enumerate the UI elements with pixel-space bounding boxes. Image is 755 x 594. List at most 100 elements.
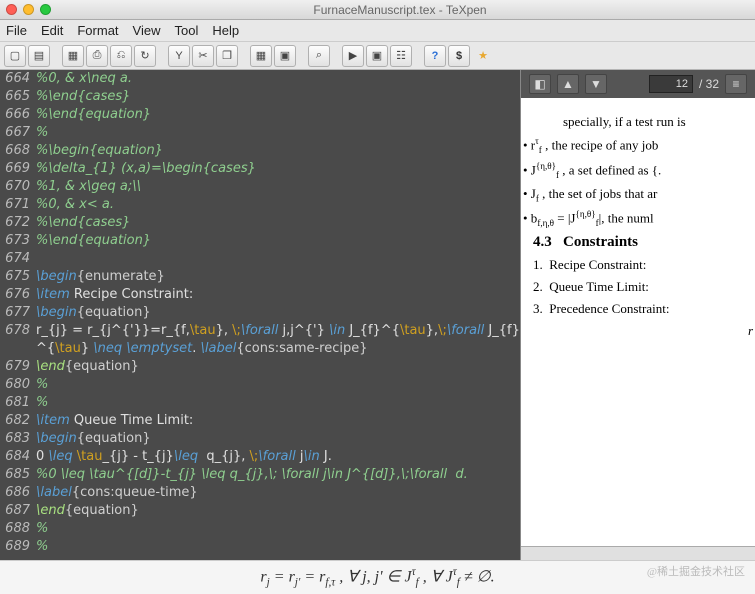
preview-toolbar: ◧ ▲ ▼ / 32 ≡ xyxy=(521,70,755,98)
editor-line[interactable]: 6840 \leq \tau_{j} - t_{j}\leq q_{j}, \;… xyxy=(0,448,520,466)
line-number: 673 xyxy=(0,232,34,250)
more-icon[interactable]: ≡ xyxy=(725,74,747,94)
main-area: 664%0, & x\neq a.665%\end{cases}666%\end… xyxy=(0,70,755,560)
line-number: 664 xyxy=(0,70,34,88)
editor-line[interactable]: 673%\end{equation} xyxy=(0,232,520,250)
page-up-icon[interactable]: ▲ xyxy=(557,74,579,94)
editor-line[interactable]: 668%\begin{equation} xyxy=(0,142,520,160)
zoom-icon[interactable] xyxy=(40,4,51,15)
editor-line[interactable]: 680% xyxy=(0,376,520,394)
line-number: 675 xyxy=(0,268,34,286)
editor-line[interactable]: 683\begin{equation} xyxy=(0,430,520,448)
menu-help[interactable]: Help xyxy=(212,23,239,38)
line-number: 665 xyxy=(0,88,34,106)
editor-line[interactable]: 665%\end{cases} xyxy=(0,88,520,106)
editor-line[interactable]: 685%0 \leq \tau^{[d]}-t_{j} \leq q_{j},\… xyxy=(0,466,520,484)
minimize-icon[interactable] xyxy=(23,4,34,15)
stop-icon[interactable]: ▣ xyxy=(366,45,388,67)
window-controls xyxy=(6,4,51,15)
editor-pane[interactable]: 664%0, & x\neq a.665%\end{cases}666%\end… xyxy=(0,70,520,560)
save-icon[interactable]: ▦ xyxy=(62,45,84,67)
editor-line[interactable]: 666%\end{equation} xyxy=(0,106,520,124)
page-number-input[interactable] xyxy=(649,75,693,93)
grid-icon[interactable]: ▦ xyxy=(250,45,272,67)
titlebar: FurnaceManuscript.tex - TeXpen xyxy=(0,0,755,20)
editor-line[interactable]: 687\end{equation} xyxy=(0,502,520,520)
preview-list-item: 1. Recipe Constraint: xyxy=(533,257,755,273)
money-icon[interactable]: $ xyxy=(448,45,470,67)
page-down-icon[interactable]: ▼ xyxy=(585,74,607,94)
window-title: FurnaceManuscript.tex - TeXpen xyxy=(51,3,749,17)
line-number: 686 xyxy=(0,484,34,502)
preview-scrollbar[interactable] xyxy=(521,546,755,560)
print-icon[interactable]: ⎙ xyxy=(86,45,108,67)
line-number: 671 xyxy=(0,196,34,214)
editor-line[interactable]: 675\begin{enumerate} xyxy=(0,268,520,286)
editor-line[interactable]: 670%1, & x\geq a;\\ xyxy=(0,178,520,196)
sidebar-toggle-icon[interactable]: ◧ xyxy=(529,74,551,94)
editor-line[interactable]: 678r_{j} = r_{j^{'}}=r_{f,\tau}, \;\fora… xyxy=(0,322,520,358)
zoom-icon[interactable]: ⌕ xyxy=(308,45,330,67)
cut-icon[interactable]: ✂ xyxy=(192,45,214,67)
close-icon[interactable] xyxy=(6,4,17,15)
preview-bullet: • J{η,θ}f , a set defined as {. xyxy=(533,161,755,180)
editor-line[interactable]: 679\end{equation} xyxy=(0,358,520,376)
find-icon[interactable]: ☷ xyxy=(390,45,412,67)
menu-edit[interactable]: Edit xyxy=(41,23,63,38)
run-icon[interactable]: ▶ xyxy=(342,45,364,67)
copy-icon[interactable]: ❐ xyxy=(216,45,238,67)
editor-line[interactable]: 682\item Queue Time Limit: xyxy=(0,412,520,430)
editor-line[interactable]: 664%0, & x\neq a. xyxy=(0,70,520,88)
line-number: 681 xyxy=(0,394,34,412)
line-number: 677 xyxy=(0,304,34,322)
help-icon[interactable]: ? xyxy=(424,45,446,67)
line-number: 679 xyxy=(0,358,34,376)
editor-line[interactable]: 676\item Recipe Constraint: xyxy=(0,286,520,304)
line-number: 688 xyxy=(0,520,34,538)
line-number: 667 xyxy=(0,124,34,142)
editor-line[interactable]: 674 xyxy=(0,250,520,268)
formula-display: rj = rj' = rf,τ , ∀ j, j' ∈ Jτf , ∀ Jτf … xyxy=(260,566,494,589)
editor-line[interactable]: 686\label{cons:queue-time} xyxy=(0,484,520,502)
line-number: 687 xyxy=(0,502,34,520)
editor-line[interactable]: 667% xyxy=(0,124,520,142)
new-icon[interactable]: ▢ xyxy=(4,45,26,67)
redo-icon[interactable]: ↻ xyxy=(134,45,156,67)
editor-line[interactable]: 688% xyxy=(0,520,520,538)
code-icon[interactable]: Y xyxy=(168,45,190,67)
preview-text: r xyxy=(533,323,753,339)
preview-text: specially, if a test run is xyxy=(563,114,755,130)
editor-line[interactable]: 671%0, & x< a. xyxy=(0,196,520,214)
preview-bullet: • rτf , the recipe of any job xyxy=(533,136,755,155)
line-number: 669 xyxy=(0,160,34,178)
line-number: 684 xyxy=(0,448,34,466)
line-number: 668 xyxy=(0,142,34,160)
toolbar: ▢ ▤ ▦ ⎙ ⎌ ↻ Y ✂ ❐ ▦ ▣ ⌕ ▶ ▣ ☷ ? $ ★ xyxy=(0,42,755,70)
line-number: 682 xyxy=(0,412,34,430)
preview-list-item: 2. Queue Time Limit: xyxy=(533,279,755,295)
line-number: 674 xyxy=(0,250,34,268)
preview-list-item: 3. Precedence Constraint: xyxy=(533,301,755,317)
menubar: File Edit Format View Tool Help xyxy=(0,20,755,42)
line-number: 683 xyxy=(0,430,34,448)
editor-line[interactable]: 681% xyxy=(0,394,520,412)
menu-format[interactable]: Format xyxy=(77,23,118,38)
image-icon[interactable]: ▣ xyxy=(274,45,296,67)
line-number: 678 xyxy=(0,322,34,358)
open-icon[interactable]: ▤ xyxy=(28,45,50,67)
line-number: 680 xyxy=(0,376,34,394)
preview-bullet: • Jf , the set of jobs that ar xyxy=(533,186,755,204)
line-number: 666 xyxy=(0,106,34,124)
editor-line[interactable]: 677\begin{equation} xyxy=(0,304,520,322)
editor-line[interactable]: 672%\end{cases} xyxy=(0,214,520,232)
line-number: 670 xyxy=(0,178,34,196)
star-icon[interactable]: ★ xyxy=(472,45,494,67)
section-heading: 4.3 Constraints xyxy=(533,234,755,251)
menu-tool[interactable]: Tool xyxy=(174,23,198,38)
menu-view[interactable]: View xyxy=(133,23,161,38)
menu-file[interactable]: File xyxy=(6,23,27,38)
watermark: @稀土掘金技术社区 xyxy=(647,563,745,579)
editor-line[interactable]: 669%\delta_{1} (x,a)=\begin{cases} xyxy=(0,160,520,178)
editor-line[interactable]: 689% xyxy=(0,538,520,556)
undo-icon[interactable]: ⎌ xyxy=(110,45,132,67)
